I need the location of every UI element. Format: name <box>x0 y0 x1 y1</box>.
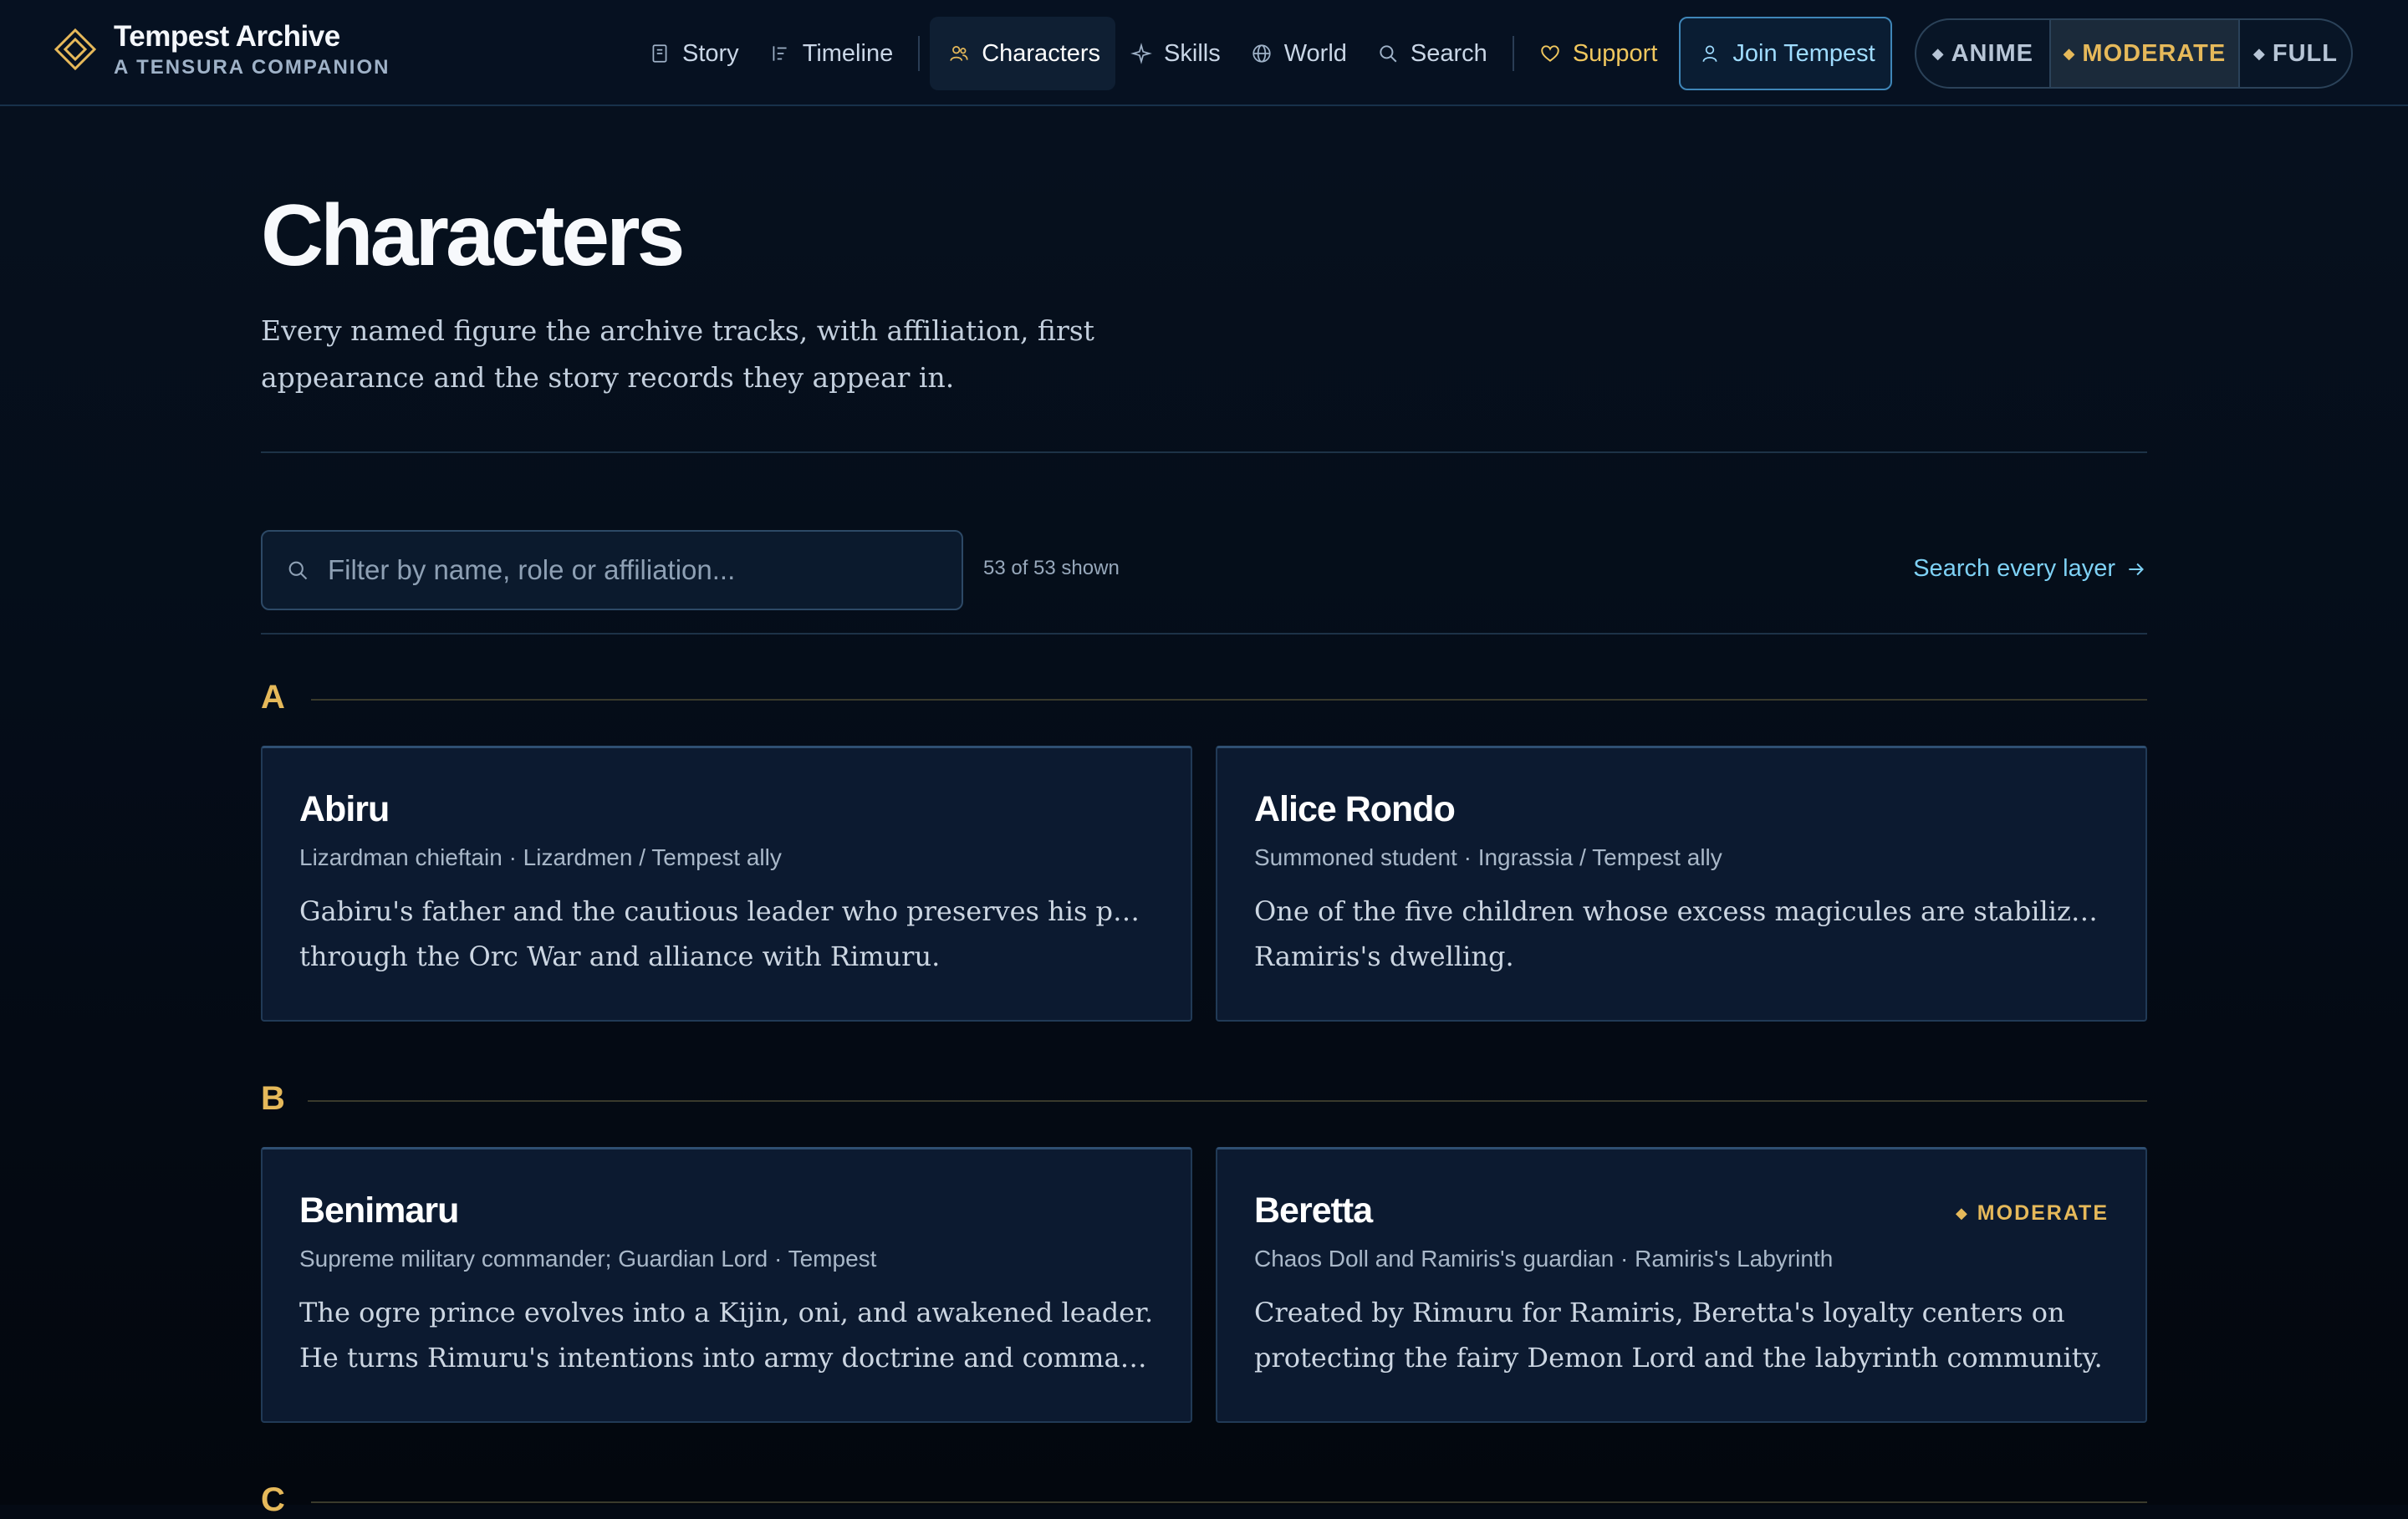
character-card-abiru[interactable]: Abiru Lizardman chieftain · Lizardmen / … <box>261 746 1192 1022</box>
search-every-layer-link[interactable]: Search every layer <box>1913 555 2147 583</box>
card-role: Supreme military commander; Guardian Lor… <box>299 1246 877 1272</box>
page-title: Characters <box>261 187 685 284</box>
join-tempest-button[interactable]: Join Tempest <box>1679 17 1892 90</box>
search-icon <box>1380 45 1397 63</box>
globe-icon <box>1252 44 1271 63</box>
result-count: 53 of 53 shown <box>983 557 1120 579</box>
section-divider <box>308 1100 2147 1102</box>
brand-subtitle: A TENSURA COMPANION <box>114 56 390 79</box>
diamond-icon: ◆ <box>2063 44 2076 62</box>
mode-full[interactable]: ◆ FULL <box>2240 20 2351 87</box>
nav-skills[interactable]: Skills <box>1115 17 1236 90</box>
nav-search-label: Search <box>1410 39 1487 67</box>
book-icon <box>652 44 667 63</box>
filter-box <box>261 530 963 610</box>
card-description: Ramiris's dwelling. <box>1254 940 1514 972</box>
filter-divider <box>261 633 2147 635</box>
nav-world[interactable]: World <box>1236 17 1362 90</box>
nav-story[interactable]: Story <box>634 17 754 90</box>
section-letter-c: C <box>261 1481 285 1518</box>
card-role: Chaos Doll and Ramiris's guardian · Rami… <box>1254 1246 1834 1272</box>
brand[interactable]: Tempest Archive A TENSURA COMPANION <box>54 18 390 80</box>
section-letter-b: B <box>261 1080 285 1117</box>
card-description: Created by Rimuru for Ramiris, Beretta's… <box>1254 1297 2065 1328</box>
arrow-right-icon <box>2129 563 2144 575</box>
people-icon <box>950 46 968 61</box>
card-description: He turns Rimuru's intentions into army d… <box>299 1342 1154 1374</box>
mode-anime-label: ANIME <box>1951 39 2034 67</box>
nav-links: Story Timeline Characters Skills World S… <box>634 17 1892 90</box>
mode-anime[interactable]: ◆ ANIME <box>1916 20 2049 87</box>
card-name: Benimaru <box>299 1190 459 1231</box>
filter-input[interactable] <box>328 554 946 586</box>
nav-divider <box>1512 36 1514 71</box>
character-card-alice-rondo[interactable]: Alice Rondo Summoned student · Ingrassia… <box>1216 746 2147 1022</box>
spoiler-badge: ◆ MODERATE <box>1956 1201 2109 1226</box>
nav-search[interactable]: Search <box>1362 17 1502 90</box>
mode-moderate[interactable]: ◆ MODERATE <box>2048 20 2241 87</box>
page-description: Every named figure the archive tracks, w… <box>261 314 1094 394</box>
nav-timeline-label: Timeline <box>802 39 894 67</box>
nav-characters[interactable]: Characters <box>930 17 1116 90</box>
card-name: Alice Rondo <box>1254 789 1456 829</box>
card-description: One of the five children whose excess ma… <box>1254 895 2109 927</box>
nav-divider <box>918 36 921 71</box>
join-tempest-label: Join Tempest <box>1732 39 1875 67</box>
card-description: through the Orc War and alliance with Ri… <box>299 940 941 972</box>
spoiler-mode-toggle: ◆ ANIME ◆ MODERATE ◆ FULL <box>1915 18 2353 89</box>
diamond-icon: ◆ <box>2253 44 2266 62</box>
character-card-beretta[interactable]: ◆ MODERATE Beretta Chaos Doll and Ramiri… <box>1216 1147 2147 1423</box>
nav-story-label: Story <box>682 39 739 67</box>
support-label: Support <box>1572 39 1658 67</box>
brand-title: Tempest Archive <box>114 20 340 53</box>
card-description: protecting the fairy Demon Lord and the … <box>1254 1342 2103 1374</box>
card-role: Lizardman chieftain · Lizardmen / Tempes… <box>299 844 782 870</box>
card-description: The ogre prince evolves into a Kijin, on… <box>299 1297 1154 1328</box>
nav-characters-label: Characters <box>982 39 1101 67</box>
heart-icon <box>1541 45 1559 62</box>
diamond-icon: ◆ <box>1931 44 1945 62</box>
section-letter-a: A <box>261 679 285 716</box>
search-icon <box>288 561 308 580</box>
diamond-icon: ◆ <box>1955 1205 1969 1221</box>
mode-moderate-label: MODERATE <box>2082 39 2227 67</box>
header-divider <box>261 451 2147 453</box>
nav-skills-label: Skills <box>1164 39 1221 67</box>
sparkle-icon <box>1130 43 1152 64</box>
mode-full-label: FULL <box>2272 39 2338 67</box>
character-card-benimaru[interactable]: Benimaru Supreme military commander; Gua… <box>261 1147 1192 1423</box>
nav-timeline[interactable]: Timeline <box>754 17 909 90</box>
section-divider <box>311 699 2147 701</box>
card-role: Summoned student · Ingrassia / Tempest a… <box>1254 844 1722 870</box>
card-description: Gabiru's father and the cautious leader … <box>299 895 1154 927</box>
timeline-icon <box>773 46 787 61</box>
top-nav: Tempest Archive A TENSURA COMPANION Stor… <box>0 0 2408 106</box>
diamond-logo-icon <box>54 28 97 71</box>
support-link[interactable]: Support <box>1524 17 1673 90</box>
spoiler-badge-label: MODERATE <box>1977 1201 2109 1225</box>
section-divider <box>311 1501 2147 1503</box>
user-icon <box>1702 45 1717 62</box>
search-every-layer-label: Search every layer <box>1913 555 2115 582</box>
nav-world-label: World <box>1283 39 1347 67</box>
card-name: Abiru <box>299 789 390 829</box>
